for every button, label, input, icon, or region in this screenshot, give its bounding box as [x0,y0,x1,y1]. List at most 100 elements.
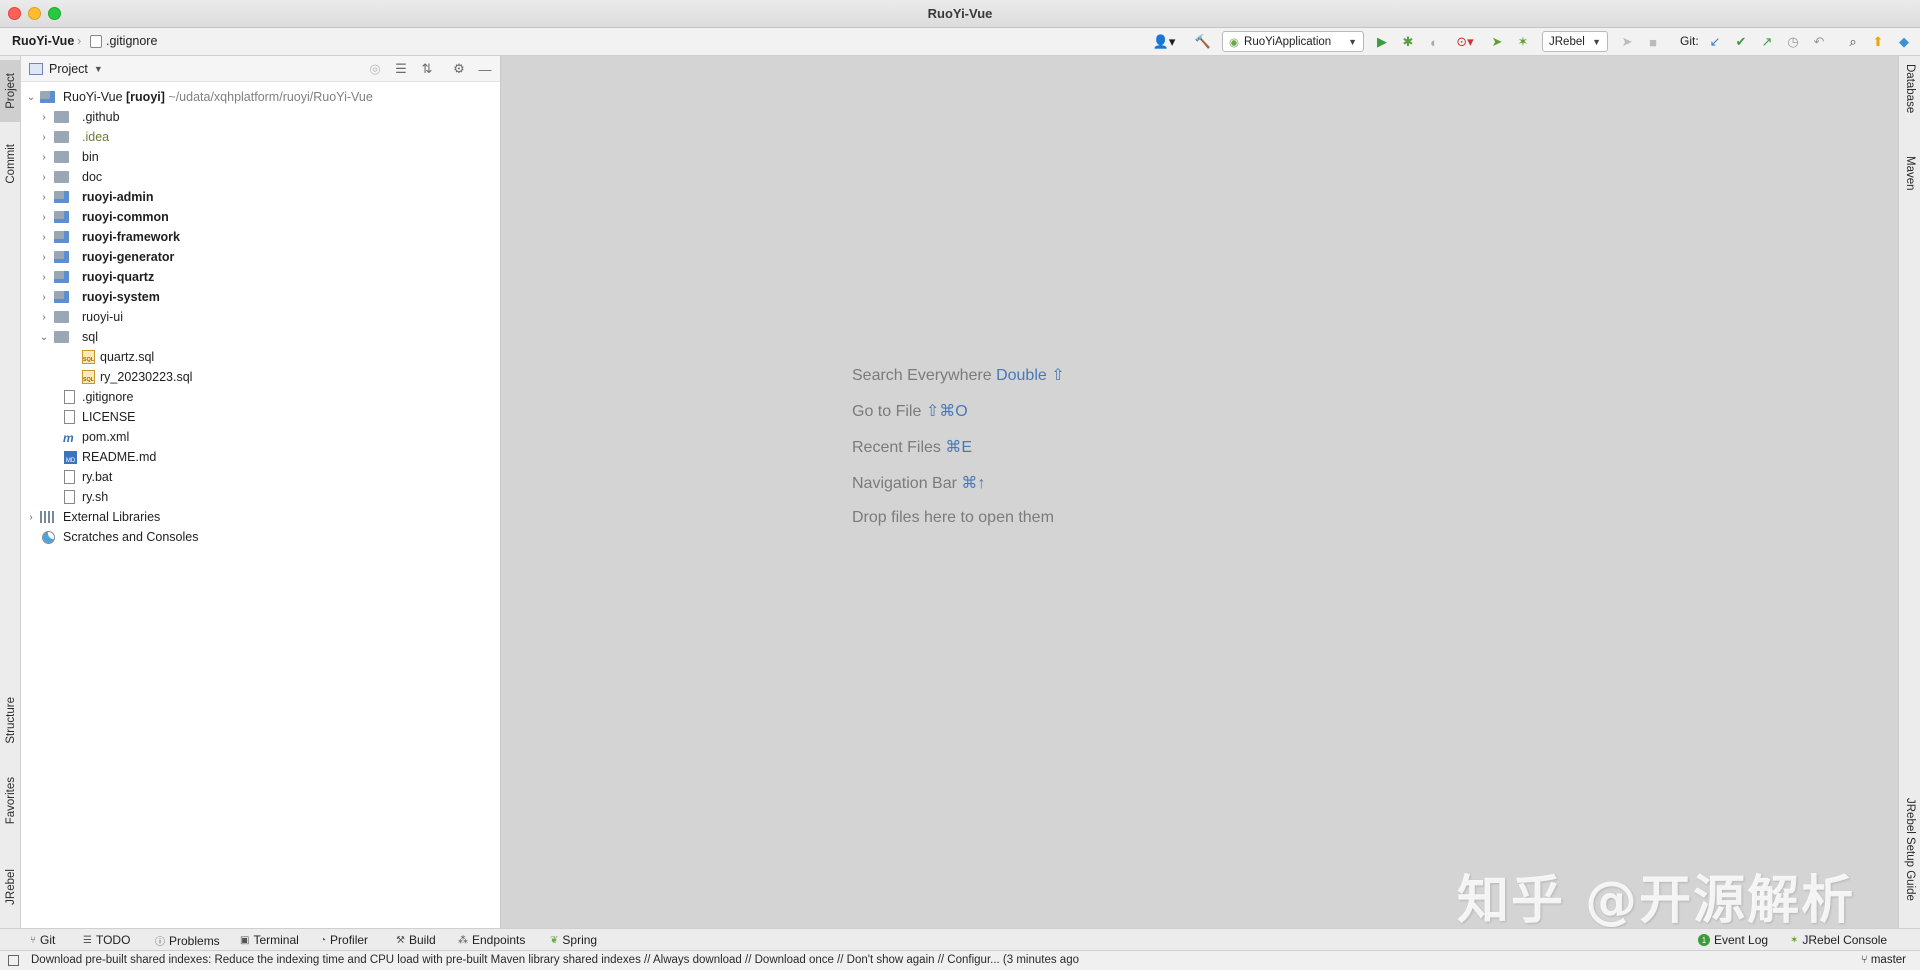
editor-empty-hints: Search Everywhere Double ⇧ Go to File ⇧⌘… [852,365,1065,545]
chevron-right-icon[interactable]: › [38,312,50,323]
breadcrumb-file[interactable]: .gitignore [106,34,157,48]
spring-icon: ◉ [1229,36,1240,49]
hide-panel-icon[interactable]: — [476,60,494,78]
tab-todo[interactable]: ☰ TODO [83,933,130,947]
run-config-select[interactable]: ◉ RuoYiApplication ▼ [1222,31,1364,52]
tree-item-ry-bat[interactable]: ry.bat [21,467,500,487]
tree-item-ruoyi-quartz[interactable]: › ruoyi-quartz [21,267,500,287]
tree-item-label: Scratches and Consoles [63,530,199,544]
locate-icon[interactable]: ◎ [366,60,384,78]
tree-root-path: ~/udata/xqhplatform/ruoyi/RuoYi-Vue [168,90,373,104]
tree-item-ruoyi-admin[interactable]: › ruoyi-admin [21,187,500,207]
tab-jrebel-setup-guide[interactable]: JRebel Setup Guide [1899,798,1920,901]
search-icon[interactable]: ⌕ [1843,33,1863,51]
tree-item-github[interactable]: › .github [21,107,500,127]
tab-profiler[interactable]: ◔ Profiler [320,933,368,947]
tree-item-root[interactable]: ⌄ RuoYi-Vue [ruoyi] ~/udata/xqhplatform/… [21,87,500,107]
tab-git[interactable]: ⑂ Git [30,933,55,947]
tree-item-quartz-sql[interactable]: SQL quartz.sql [21,347,500,367]
chevron-right-icon[interactable]: › [38,172,50,183]
chevron-right-icon[interactable]: › [38,272,50,283]
tab-label: Problems [169,933,220,948]
chevron-right-icon[interactable]: › [38,132,50,143]
tree-item-idea[interactable]: › .idea [21,127,500,147]
module-folder-icon [54,271,69,283]
jrebel-select[interactable]: JRebel ▼ [1542,31,1608,52]
jrebel-run-icon[interactable]: ➤ [1487,33,1507,51]
tab-build[interactable]: ⚒ Build [396,933,436,947]
plugin-icon[interactable]: ◆ [1894,33,1914,51]
attach-icon[interactable]: ➤ [1617,33,1637,51]
build-hammer-icon[interactable]: 🔨 [1193,33,1213,51]
tree-item-ry-sh[interactable]: ry.sh [21,487,500,507]
tree-item-pom[interactable]: m pom.xml [21,427,500,447]
tree-item-ruoyi-generator[interactable]: › ruoyi-generator [21,247,500,267]
collapse-all-icon[interactable]: ⇅ [418,60,436,78]
hint-drop-files: Drop files here to open them [852,509,1065,545]
rollback-icon[interactable]: ↶ [1809,33,1829,51]
folder-icon [54,311,69,323]
tab-database[interactable]: Database [1899,64,1920,113]
chevron-right-icon[interactable]: › [38,212,50,223]
expand-all-icon[interactable]: ☰ [392,60,410,78]
stop-icon[interactable]: ■ [1643,33,1663,51]
tree-item-bin[interactable]: › bin [21,147,500,167]
chevron-right-icon[interactable]: › [38,232,50,243]
tab-structure[interactable]: Structure [0,684,21,756]
project-panel-title[interactable]: Project [49,62,88,76]
gear-icon[interactable]: ⚙ [450,60,468,78]
chevron-down-icon[interactable]: ▼ [94,64,103,74]
tab-event-log[interactable]: 1 Event Log [1698,933,1768,947]
tree-item-scratches[interactable]: Scratches and Consoles [21,527,500,547]
editor-area[interactable]: Search Everywhere Double ⇧ Go to File ⇧⌘… [501,56,1898,928]
tree-item-doc[interactable]: › doc [21,167,500,187]
tree-item-external-libraries[interactable]: › External Libraries [21,507,500,527]
tab-problems[interactable]: ⓘ Problems [155,933,220,949]
tree-item-license[interactable]: LICENSE [21,407,500,427]
tree-item-gitignore[interactable]: .gitignore [21,387,500,407]
tree-item-ruoyi-system[interactable]: › ruoyi-system [21,287,500,307]
tab-label: Build [408,933,436,947]
status-message[interactable]: Download pre-built shared indexes: Reduc… [31,954,1079,966]
tab-project[interactable]: Project [0,60,21,122]
tab-endpoints[interactable]: ⁂ Endpoints [458,933,525,947]
tab-commit[interactable]: Commit [0,134,21,194]
tab-jrebel-console[interactable]: ✶ JRebel Console [1790,933,1887,947]
debug-icon[interactable]: ✱ [1398,33,1418,51]
tree-item-ruoyi-common[interactable]: › ruoyi-common [21,207,500,227]
tree-item-readme[interactable]: MD README.md [21,447,500,467]
chevron-right-icon[interactable]: › [38,112,50,123]
git-push-icon[interactable]: ↗ [1757,33,1777,51]
coverage-icon[interactable]: ◐ [1424,33,1444,51]
git-commit-icon[interactable]: ✔ [1731,33,1751,51]
chevron-right-icon[interactable]: › [38,252,50,263]
update-icon[interactable]: ⬆ [1868,33,1888,51]
history-icon[interactable]: ◷ [1783,33,1803,51]
hint-go-to-file: Go to File ⇧⌘O [852,401,1065,437]
chevron-right-icon[interactable]: › [38,192,50,203]
user-icon[interactable]: 👤▾ [1150,33,1178,51]
chevron-right-icon[interactable]: › [38,152,50,163]
chevron-down-icon[interactable]: ⌄ [38,332,50,343]
tree-item-ry-sql[interactable]: SQL ry_20230223.sql [21,367,500,387]
tree-item-ruoyi-ui[interactable]: › ruoyi-ui [21,307,500,327]
run-icon[interactable]: ▶ [1372,33,1392,51]
chevron-right-icon[interactable]: › [38,292,50,303]
chevron-down-icon[interactable]: ⌄ [25,92,37,103]
layout-toggle-icon[interactable] [8,955,19,966]
tab-jrebel[interactable]: JRebel [0,856,21,918]
tree-item-ruoyi-framework[interactable]: › ruoyi-framework [21,227,500,247]
git-update-icon[interactable]: ↙ [1705,33,1725,51]
tab-favorites[interactable]: Favorites [0,766,21,836]
tree-item-sql[interactable]: ⌄ sql [21,327,500,347]
tab-terminal[interactable]: ▣ Terminal [240,933,299,947]
module-folder-icon [54,211,69,223]
tab-spring[interactable]: ❦ Spring [550,933,597,947]
bottom-tool-bar: ⑂ Git ☰ TODO ⓘ Problems ▣ Terminal ◔ Profiler… [0,928,1920,950]
tab-maven[interactable]: Maven [1899,156,1920,191]
jrebel-debug-icon[interactable]: ✶ [1513,33,1533,51]
git-branch-widget[interactable]: ⑂ master [1861,954,1906,966]
chevron-right-icon[interactable]: › [25,512,37,523]
profile-icon[interactable]: ⊙▾ [1450,33,1480,51]
breadcrumb-root[interactable]: RuoYi-Vue [12,34,74,48]
